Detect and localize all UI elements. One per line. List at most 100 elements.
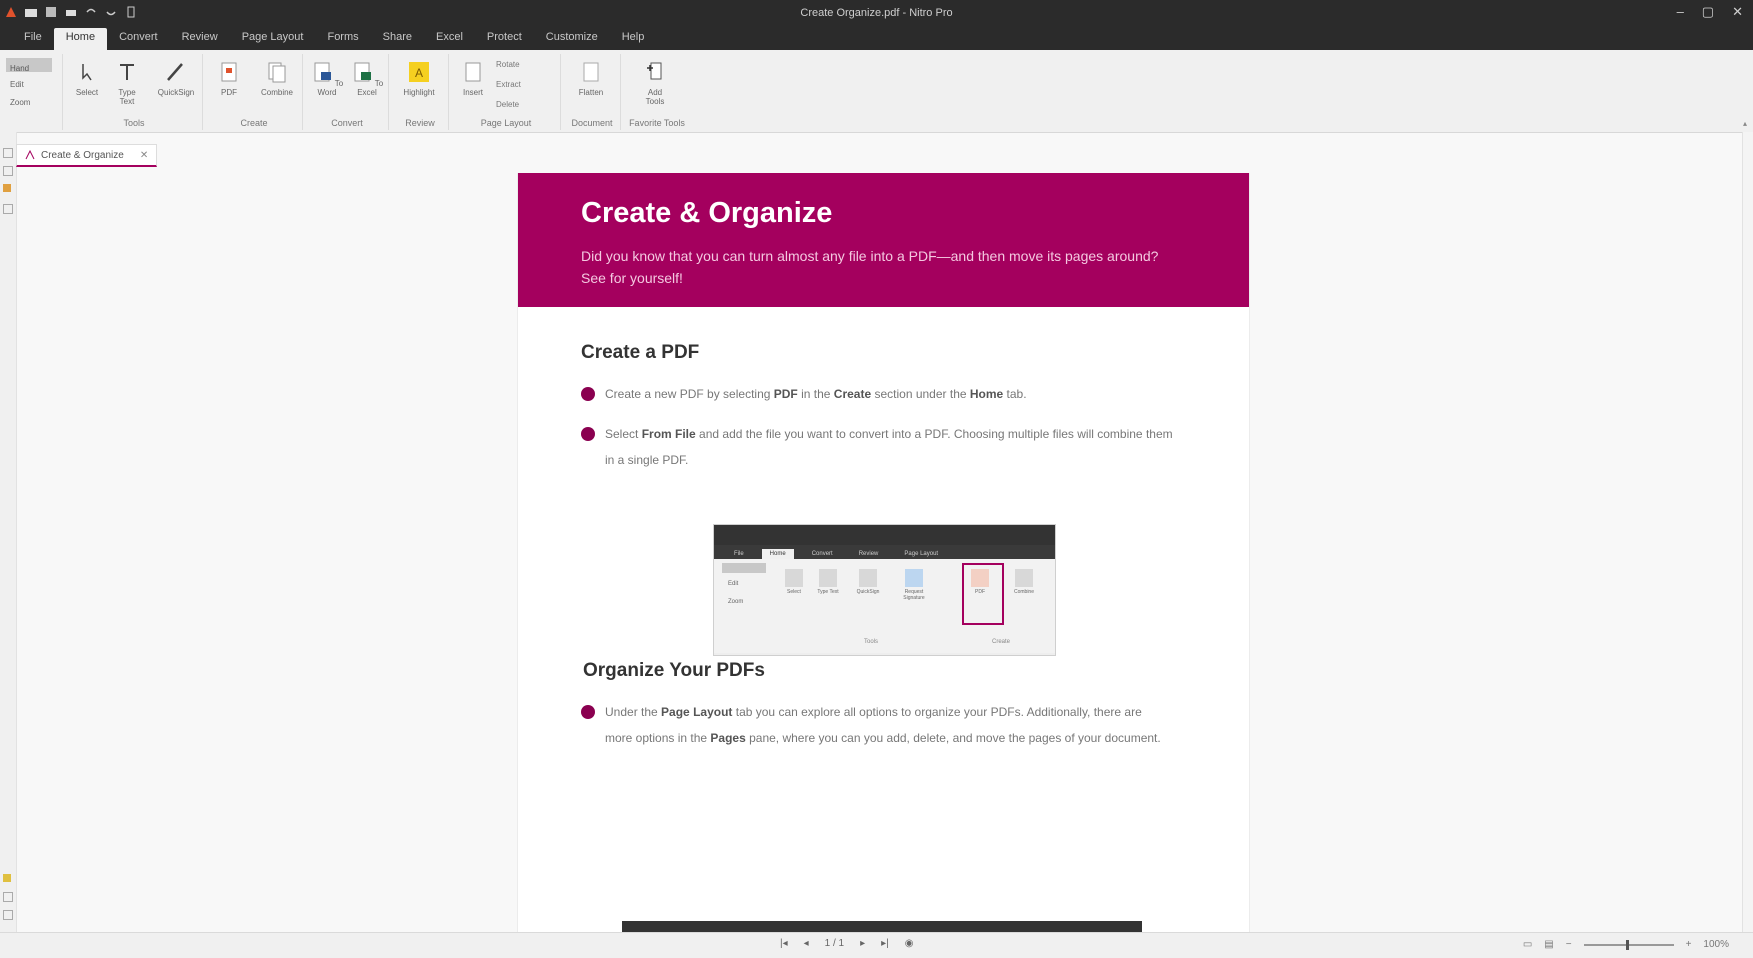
delete-button[interactable]: Delete bbox=[496, 100, 519, 109]
group-label-review: Review bbox=[405, 118, 435, 128]
pdf-file-icon bbox=[221, 62, 237, 82]
tab-share[interactable]: Share bbox=[371, 28, 424, 50]
close-button[interactable]: ✕ bbox=[1732, 4, 1743, 20]
first-page-icon[interactable]: |◂ bbox=[780, 938, 788, 949]
group-label-page-layout: Page Layout bbox=[480, 118, 532, 128]
window-controls: – ▢ ✕ bbox=[1677, 4, 1743, 20]
ribbon-group-page-layout: Insert Rotate Extract Delete Page Layout bbox=[452, 54, 561, 130]
ribbon-group-review: A Highlight Review bbox=[392, 54, 449, 130]
settings-icon[interactable] bbox=[3, 910, 13, 920]
flatten-icon bbox=[583, 62, 599, 82]
combine-button[interactable]: Combine bbox=[256, 58, 298, 112]
insert-page-icon bbox=[465, 62, 481, 82]
tab-home[interactable]: Home bbox=[53, 28, 108, 50]
status-bar: |◂ ◂ 1 / 1 ▸ ▸| ◉ ▭ ▤ − + 100% bbox=[0, 932, 1753, 958]
zoom-in-icon[interactable]: + bbox=[1686, 939, 1692, 950]
attachments-pane-icon[interactable] bbox=[3, 204, 13, 214]
group-label-tools: Tools bbox=[123, 118, 145, 128]
maximize-button[interactable]: ▢ bbox=[1702, 4, 1714, 20]
pdf-button[interactable]: PDF bbox=[212, 58, 246, 112]
cursor-icon bbox=[82, 64, 92, 81]
single-page-view-icon[interactable]: ▭ bbox=[1523, 939, 1532, 950]
bookmarks-pane-icon[interactable] bbox=[3, 166, 13, 176]
add-tools-icon bbox=[647, 62, 662, 80]
bullet-icon bbox=[581, 387, 595, 401]
zoom-level[interactable]: 100% bbox=[1703, 939, 1729, 950]
embedded-screenshot: File Home Convert Review Page Layout Edi… bbox=[713, 524, 1056, 656]
zoom-slider[interactable] bbox=[1583, 939, 1674, 950]
document-tab-bar: Create & Organize ✕ bbox=[16, 144, 158, 168]
pages-pane-icon[interactable] bbox=[3, 148, 13, 158]
screenshot-titlebar bbox=[714, 525, 1055, 545]
flatten-button[interactable]: Flatten bbox=[574, 58, 608, 112]
ribbon-group-tools: Select Type Text QuickSign Tools bbox=[66, 54, 203, 130]
zoom-tool-button[interactable]: Zoom bbox=[10, 98, 30, 107]
continuous-view-icon[interactable]: ▤ bbox=[1544, 939, 1553, 950]
select-button[interactable]: Select bbox=[70, 58, 104, 112]
tab-file[interactable]: File bbox=[12, 28, 54, 50]
tab-review[interactable]: Review bbox=[170, 28, 230, 50]
zoom-out-icon[interactable]: − bbox=[1566, 939, 1572, 950]
section-title-organize: Organize Your PDFs bbox=[583, 660, 765, 681]
banner: Create & Organize Did you know that you … bbox=[518, 173, 1249, 307]
tab-convert[interactable]: Convert bbox=[107, 28, 170, 50]
tab-forms[interactable]: Forms bbox=[315, 28, 370, 50]
highlight-icon: A bbox=[409, 62, 429, 82]
zoom-slider-thumb[interactable] bbox=[1625, 939, 1629, 950]
document-tab[interactable]: Create & Organize ✕ bbox=[16, 144, 158, 167]
banner-text: Did you know that you can turn almost an… bbox=[581, 248, 1159, 286]
next-page-icon[interactable]: ▸ bbox=[860, 938, 865, 949]
highlight-button[interactable]: A Highlight bbox=[402, 58, 436, 112]
comments-pane-icon[interactable] bbox=[3, 184, 11, 192]
tab-customize[interactable]: Customize bbox=[534, 28, 610, 50]
output-icon[interactable] bbox=[3, 892, 13, 902]
highlight-box bbox=[962, 563, 1004, 625]
bullet-icon bbox=[581, 427, 595, 441]
play-icon[interactable]: ◉ bbox=[905, 938, 914, 949]
list-item: Select From File and add the file you wa… bbox=[581, 421, 1181, 473]
collapse-ribbon-icon[interactable]: ▴ bbox=[1743, 119, 1747, 128]
left-pane-bar bbox=[0, 132, 17, 932]
list-item: Create a new PDF by selecting PDF in the… bbox=[581, 381, 1181, 407]
extract-button[interactable]: Extract bbox=[496, 80, 521, 89]
pdf-tab-icon bbox=[25, 150, 35, 160]
hand-tool-button[interactable]: Hand bbox=[6, 58, 52, 73]
ribbon-group-create: PDF Combine Create bbox=[206, 54, 303, 130]
tab-help[interactable]: Help bbox=[610, 28, 657, 50]
svg-text:A: A bbox=[415, 66, 423, 80]
edit-tool-button[interactable]: Edit bbox=[10, 80, 24, 89]
type-text-button[interactable]: Type Text bbox=[110, 58, 144, 112]
zoom-controls: ▭ ▤ − + 100% bbox=[1523, 939, 1729, 950]
ribbon-group-view: Hand Edit Zoom bbox=[2, 54, 63, 130]
banner-title: Create & Organize bbox=[581, 197, 833, 229]
quicksign-button[interactable]: QuickSign bbox=[154, 58, 198, 112]
notes-icon[interactable] bbox=[3, 874, 11, 882]
list-item: Under the Page Layout tab you can explor… bbox=[581, 699, 1171, 751]
group-label-create: Create bbox=[240, 118, 268, 128]
to-excel-button[interactable]: To Excel bbox=[350, 58, 384, 112]
screenshot-tabs: File Home Convert Review Page Layout bbox=[714, 545, 1055, 559]
tab-page-layout[interactable]: Page Layout bbox=[230, 28, 316, 50]
tab-excel[interactable]: Excel bbox=[424, 28, 475, 50]
excel-icon bbox=[354, 62, 371, 82]
page-navigation: |◂ ◂ 1 / 1 ▸ ▸| ◉ bbox=[780, 938, 914, 949]
insert-button[interactable]: Insert bbox=[456, 58, 490, 112]
ribbon-group-document: Flatten Document bbox=[564, 54, 621, 130]
minimize-button[interactable]: – bbox=[1677, 4, 1684, 20]
add-tools-button[interactable]: Add Tools bbox=[638, 58, 672, 112]
page-indicator[interactable]: 1 / 1 bbox=[825, 938, 844, 949]
ribbon-group-convert: To Word To Excel Convert bbox=[306, 54, 389, 130]
pen-icon bbox=[167, 63, 183, 81]
close-tab-icon[interactable]: ✕ bbox=[140, 150, 148, 161]
tab-protect[interactable]: Protect bbox=[475, 28, 534, 50]
group-label-document: Document bbox=[571, 118, 613, 128]
vertical-scrollbar[interactable] bbox=[1742, 132, 1753, 932]
prev-page-icon[interactable]: ◂ bbox=[804, 938, 809, 949]
last-page-icon[interactable]: ▸| bbox=[881, 938, 889, 949]
window-title: Create Organize.pdf - Nitro Pro bbox=[800, 7, 953, 19]
document-tab-label: Create & Organize bbox=[41, 149, 124, 161]
section-title-create: Create a PDF bbox=[581, 342, 700, 363]
rotate-button[interactable]: Rotate bbox=[496, 60, 520, 69]
to-word-button[interactable]: To Word bbox=[310, 58, 344, 112]
bullet-icon bbox=[581, 705, 595, 719]
